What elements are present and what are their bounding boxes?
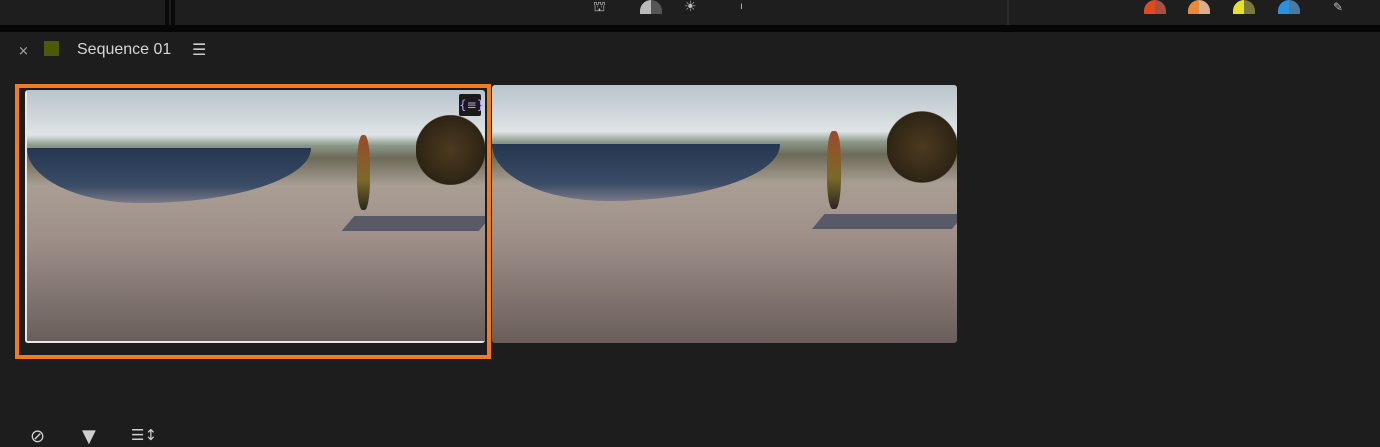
half-dome-icon[interactable] (640, 0, 662, 14)
close-icon[interactable]: × (18, 44, 29, 59)
divider (1007, 0, 1009, 25)
panel-header: × Sequence 01 ☰ (0, 38, 600, 66)
clip-thumbnail-1[interactable]: {≡} (25, 90, 485, 343)
panel-title[interactable]: Sequence 01 (77, 41, 171, 59)
hide-icon[interactable]: ⊘ (30, 426, 45, 447)
nest-sequence-badge-icon[interactable]: {≡} (459, 94, 484, 116)
label-color-blue[interactable] (1278, 0, 1300, 14)
label-color-orange[interactable] (1188, 0, 1210, 14)
tick-icon[interactable]: ı (740, 0, 743, 14)
menu-icon[interactable]: ☰ (192, 40, 206, 59)
top-toolbar: ⛫ ☀ ı ✎ (0, 0, 1380, 25)
filter-icon[interactable]: ▼ (82, 426, 96, 447)
label-color-yellow[interactable] (1233, 0, 1255, 14)
sort-icon[interactable]: ☰↕ (131, 426, 157, 444)
label-color-red[interactable] (1144, 0, 1166, 14)
panel-separator (0, 25, 1380, 32)
label-color-swatch[interactable] (44, 41, 59, 56)
divider (165, 0, 169, 25)
clip-thumbnail-2[interactable] (492, 85, 957, 343)
sun-icon[interactable]: ☀ (684, 0, 697, 14)
grid-dome-icon[interactable]: ⛫ (593, 0, 606, 14)
divider (171, 0, 175, 25)
pin-icon[interactable]: ✎ (1333, 0, 1343, 14)
